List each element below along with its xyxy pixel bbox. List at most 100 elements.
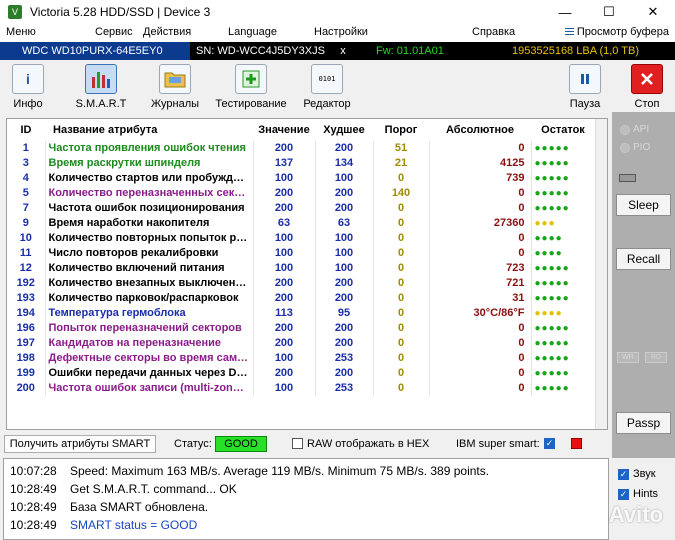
table-row[interactable]: 7 Частота ошибок позиционирования 200 200 0 0… — [7, 201, 596, 216]
sleep-button[interactable]: Sleep — [616, 194, 671, 216]
attribute-absolute: 4125 — [429, 156, 532, 171]
table-row[interactable]: 5 Количество переназначенных сект… 200 200 1… — [7, 186, 596, 201]
menu-item-help[interactable]: Справка — [472, 26, 515, 38]
attribute-status: ●●●●● — [531, 141, 596, 156]
editor-button[interactable]: 0101 Редактор — [290, 64, 364, 112]
header-status[interactable]: Остаток — [531, 119, 595, 141]
close-button[interactable]: ✕ — [631, 0, 675, 24]
header-threshold[interactable]: Порог — [373, 119, 429, 141]
sound-checkbox[interactable]: ✓ — [618, 468, 629, 480]
api-label: API — [633, 124, 650, 135]
header-absolute[interactable]: Абсолютное — [429, 119, 531, 141]
log-time: 10:28:49 — [10, 500, 57, 514]
table-row[interactable]: 9 Время наработки накопителя 63 63 0 27360 ●●● — [7, 216, 596, 231]
passp-button[interactable]: Passp — [616, 412, 671, 434]
menu-item-actions[interactable]: Действия — [143, 26, 191, 38]
menu-item-menu[interactable]: Меню — [6, 26, 36, 38]
info-button[interactable]: i Инфо — [0, 64, 65, 112]
table-row[interactable]: 12 Количество включений питания 100 100 0 723… — [7, 261, 596, 276]
sound-option[interactable]: ✓ Звук — [618, 468, 656, 480]
row-id: 11 — [7, 246, 46, 261]
attribute-status: ●●●●● — [531, 201, 596, 216]
status-row: Получить атрибуты SMART Статус: GOOD RAW… — [0, 434, 612, 454]
stop-icon — [631, 64, 663, 94]
table-row[interactable]: 193 Количество парковок/распарковок 200 200… — [7, 291, 596, 306]
rd-indicator: RD — [645, 352, 667, 363]
header-name[interactable]: Название атрибута — [45, 119, 253, 141]
folder-icon — [159, 64, 191, 94]
header-id[interactable]: ID — [7, 119, 45, 141]
raw-hex-label: RAW отображать в HEX — [307, 438, 430, 450]
radio-icon — [620, 142, 630, 153]
attribute-name: Время наработки накопителя — [45, 216, 254, 231]
maximize-button[interactable]: ☐ — [587, 0, 631, 24]
header-value[interactable]: Значение — [253, 119, 315, 141]
table-row[interactable]: 4 Количество стартов или пробужде… 100 100 0… — [7, 171, 596, 186]
table-row[interactable]: 11 Число повторов рекалибровки 100 100 0 0 ●●●… — [7, 246, 596, 261]
editor-label: Редактор — [303, 98, 351, 110]
log-message: SMART status = GOOD — [70, 518, 198, 532]
device-serial: SN: WD-WCC4J5DY3XJS — [190, 42, 332, 60]
avito-watermark: Avito — [608, 502, 663, 527]
attribute-status: ●●●●● — [531, 261, 596, 276]
table-row[interactable]: 199 Ошибки передачи данных через DMA 200 20… — [7, 366, 596, 381]
table-row[interactable]: 1 Частота проявления ошибок чтения 200 200 5… — [7, 141, 596, 156]
table-row[interactable]: 3 Время раскрутки шпинделя 137 134 21 4125 ●●●… — [7, 156, 596, 171]
raw-hex-checkbox[interactable] — [292, 438, 303, 449]
attribute-status: ●●●●● — [531, 351, 596, 366]
table-row[interactable]: 200 Частота ошибок записи (multi-zone … 10… — [7, 381, 596, 396]
wr-indicator: WR — [617, 352, 639, 363]
recall-button[interactable]: Recall — [616, 248, 671, 270]
radio-icon — [620, 124, 630, 135]
pio-radio[interactable]: PIO — [620, 142, 650, 153]
view-buffer-label: Просмотр буфера — [576, 26, 669, 38]
attribute-name: Количество внезапных выключени… — [45, 276, 254, 291]
test-button[interactable]: Тестирование — [214, 64, 288, 112]
attribute-name: Число повторов рекалибровки — [45, 246, 254, 261]
smart-button[interactable]: S.M.A.R.T — [64, 64, 138, 112]
attribute-value: 137 — [253, 156, 316, 171]
header-worst[interactable]: Худшее — [315, 119, 373, 141]
attribute-worst: 134 — [315, 156, 374, 171]
api-radio[interactable]: API — [620, 124, 649, 135]
device-info-bar: WDC WD10PURX-64E5EY0 SN: WD-WCC4J5DY3XJS… — [0, 42, 675, 60]
device-close-button[interactable]: x — [332, 42, 354, 60]
stop-button[interactable]: Стоп — [610, 64, 675, 112]
minimize-button[interactable]: — — [543, 0, 587, 24]
stop-label: Стоп — [634, 98, 660, 110]
attribute-absolute: 721 — [429, 276, 532, 291]
menu-item-service[interactable]: Сервис — [95, 26, 133, 38]
view-buffer-button[interactable]: Просмотр буфера — [564, 26, 669, 38]
attribute-worst: 200 — [315, 366, 374, 381]
ibm-super-smart-checkbox[interactable]: ✓ — [544, 438, 555, 449]
device-model[interactable]: WDC WD10PURX-64E5EY0 — [0, 42, 190, 60]
attribute-threshold: 140 — [373, 186, 430, 201]
attribute-threshold: 51 — [373, 141, 430, 156]
row-id: 194 — [7, 306, 46, 321]
table-row[interactable]: 192 Количество внезапных выключени… 200 200… — [7, 276, 596, 291]
attribute-worst: 100 — [315, 171, 374, 186]
attribute-name: Количество стартов или пробужде… — [45, 171, 254, 186]
table-row[interactable]: 196 Попыток переназначений секторов 200 200… — [7, 321, 596, 336]
log-line: 10:28:49 SMART status = GOOD — [10, 517, 197, 533]
attribute-absolute: 0 — [429, 186, 532, 201]
menu-item-settings[interactable]: Настройки — [314, 26, 368, 38]
table-scrollbar[interactable] — [595, 119, 607, 429]
row-id: 3 — [7, 156, 46, 171]
table-row[interactable]: 10 Количество повторных попыток ра… 100 100… — [7, 231, 596, 246]
attribute-threshold: 0 — [373, 216, 430, 231]
attribute-status: ●●●●● — [531, 381, 596, 396]
toolbar: i Инфо S.M.A.R.T Журналы Тестирование 01… — [0, 60, 675, 112]
attribute-value: 100 — [253, 351, 316, 366]
hints-checkbox[interactable]: ✓ — [618, 488, 629, 500]
logs-button[interactable]: Журналы — [138, 64, 212, 112]
row-id: 4 — [7, 171, 46, 186]
log-time: 10:28:49 — [10, 482, 57, 496]
get-smart-button[interactable]: Получить атрибуты SMART — [4, 435, 156, 453]
table-row[interactable]: 198 Дефектные секторы во время само… 100 25… — [7, 351, 596, 366]
menu-item-language[interactable]: Language — [228, 26, 277, 38]
table-row[interactable]: 194 Температура гермоблока 113 95 0 30°C/86°F… — [7, 306, 596, 321]
hints-option[interactable]: ✓ Hints — [618, 488, 658, 500]
table-row[interactable]: 197 Кандидатов на переназначение 200 200 0 0 ●… — [7, 336, 596, 351]
attribute-threshold: 21 — [373, 156, 430, 171]
